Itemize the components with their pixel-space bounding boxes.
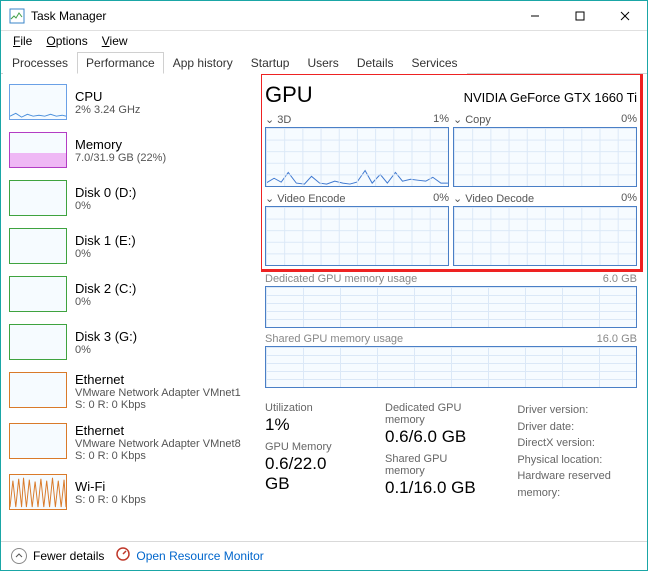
panel-dedicated-mem: Dedicated GPU memory usage 6.0 GB <box>265 272 637 328</box>
open-resource-monitor-link[interactable]: Open Resource Monitor <box>136 549 263 563</box>
stat-value: 1% <box>265 415 355 435</box>
panel-label: Dedicated GPU memory usage <box>265 273 417 285</box>
sidebar-item-disk0[interactable]: Disk 0 (D:)0% <box>5 176 257 224</box>
stat-label: Physical location: <box>517 452 637 469</box>
tab-startup[interactable]: Startup <box>242 52 299 74</box>
eth-thumb <box>9 372 67 408</box>
stat-value: 0.1/16.0 GB <box>385 478 487 498</box>
main-panel: GPU NVIDIA GeForce GTX 1660 Ti ⌄3D1% ⌄Co… <box>261 74 647 541</box>
disk-thumb <box>9 324 67 360</box>
stat-label: Driver version: <box>517 402 637 419</box>
sidebar-item-label: Disk 2 (C:) <box>75 281 136 296</box>
minimize-button[interactable] <box>512 1 557 31</box>
sidebar-item-memory[interactable]: Memory7.0/31.9 GB (22%) <box>5 128 257 176</box>
sidebar-item-label: Wi-Fi <box>75 479 146 494</box>
sidebar-item-disk2[interactable]: Disk 2 (C:)0% <box>5 272 257 320</box>
stat-label: DirectX version: <box>517 435 637 452</box>
sidebar-item-label: Ethernet <box>75 423 241 438</box>
sidebar-item-label: Disk 1 (E:) <box>75 233 136 248</box>
sidebar-item-ethernet2[interactable]: EthernetVMware Network Adapter VMnet8S: … <box>5 419 257 470</box>
sidebar-item-sub2: S: 0 R: 0 Kbps <box>75 450 241 462</box>
sidebar-item-label: CPU <box>75 89 140 104</box>
stat-label: GPU Memory <box>265 441 355 453</box>
sidebar-item-sub2: S: 0 R: 0 Kbps <box>75 494 146 506</box>
sidebar-item-label: Ethernet <box>75 372 241 387</box>
sidebar-item-sub: 2% 3.24 GHz <box>75 104 140 116</box>
fewer-details-button[interactable]: Fewer details <box>33 549 104 563</box>
sidebar-item-sub: 0% <box>75 200 136 212</box>
sidebar-item-ethernet1[interactable]: EthernetVMware Network Adapter VMnet1S: … <box>5 368 257 419</box>
sidebar-item-sub: VMware Network Adapter VMnet8 <box>75 438 241 450</box>
sidebar-item-sub: 0% <box>75 344 137 356</box>
stat-label: Dedicated GPU memory <box>385 402 487 426</box>
panel-shared-mem: Shared GPU memory usage 16.0 GB <box>265 332 637 388</box>
eth-thumb <box>9 423 67 459</box>
tab-performance[interactable]: Performance <box>77 52 164 74</box>
stat-value: 0.6/6.0 GB <box>385 427 487 447</box>
sidebar-item-wifi[interactable]: Wi-FiS: 0 R: 0 Kbps <box>5 470 257 518</box>
sidebar-item-disk1[interactable]: Disk 1 (E:)0% <box>5 224 257 272</box>
sidebar-item-label: Disk 0 (D:) <box>75 185 136 200</box>
panel-label: Shared GPU memory usage <box>265 333 403 345</box>
menu-view[interactable]: View <box>96 32 134 50</box>
close-button[interactable] <box>602 1 647 31</box>
tab-users[interactable]: Users <box>298 52 347 74</box>
menu-file[interactable]: File <box>7 32 38 50</box>
disk-thumb <box>9 228 67 264</box>
panel-max: 16.0 GB <box>597 333 637 345</box>
cpu-thumb <box>9 84 67 120</box>
tabs: Processes Performance App history Startu… <box>1 51 647 74</box>
sidebar-item-sub: 0% <box>75 248 136 260</box>
app-icon <box>9 8 25 24</box>
maximize-button[interactable] <box>557 1 602 31</box>
memory-thumb <box>9 132 67 168</box>
stat-label: Driver date: <box>517 419 637 436</box>
menubar: File Options View <box>1 31 647 51</box>
stat-value: 0.6/22.0 GB <box>265 454 355 494</box>
bottom-bar: Fewer details Open Resource Monitor <box>1 541 647 569</box>
stat-label: Hardware reserved memory: <box>517 468 637 501</box>
tab-processes[interactable]: Processes <box>3 52 77 74</box>
sidebar-item-label: Disk 3 (G:) <box>75 329 137 344</box>
sidebar-item-cpu[interactable]: CPU2% 3.24 GHz <box>5 80 257 128</box>
stat-label: Shared GPU memory <box>385 453 487 477</box>
sidebar: CPU2% 3.24 GHz Memory7.0/31.9 GB (22%) D… <box>1 74 261 541</box>
disk-thumb <box>9 180 67 216</box>
stat-label: Utilization <box>265 402 355 414</box>
disk-thumb <box>9 276 67 312</box>
chevron-up-icon[interactable] <box>11 548 27 564</box>
tab-app-history[interactable]: App history <box>164 52 242 74</box>
tab-services[interactable]: Services <box>403 52 467 74</box>
sidebar-item-sub2: S: 0 R: 0 Kbps <box>75 399 241 411</box>
wifi-thumb <box>9 474 67 510</box>
tab-details[interactable]: Details <box>348 52 403 74</box>
sidebar-item-sub: VMware Network Adapter VMnet1 <box>75 387 241 399</box>
sidebar-item-sub: 7.0/31.9 GB (22%) <box>75 152 166 164</box>
resource-monitor-icon <box>116 547 130 564</box>
menu-options[interactable]: Options <box>40 32 93 50</box>
sidebar-item-sub: 0% <box>75 296 136 308</box>
titlebar: Task Manager <box>1 1 647 31</box>
panel-max: 6.0 GB <box>603 273 637 285</box>
sidebar-item-label: Memory <box>75 137 166 152</box>
sidebar-item-disk3[interactable]: Disk 3 (G:)0% <box>5 320 257 368</box>
window-title: Task Manager <box>31 9 512 23</box>
